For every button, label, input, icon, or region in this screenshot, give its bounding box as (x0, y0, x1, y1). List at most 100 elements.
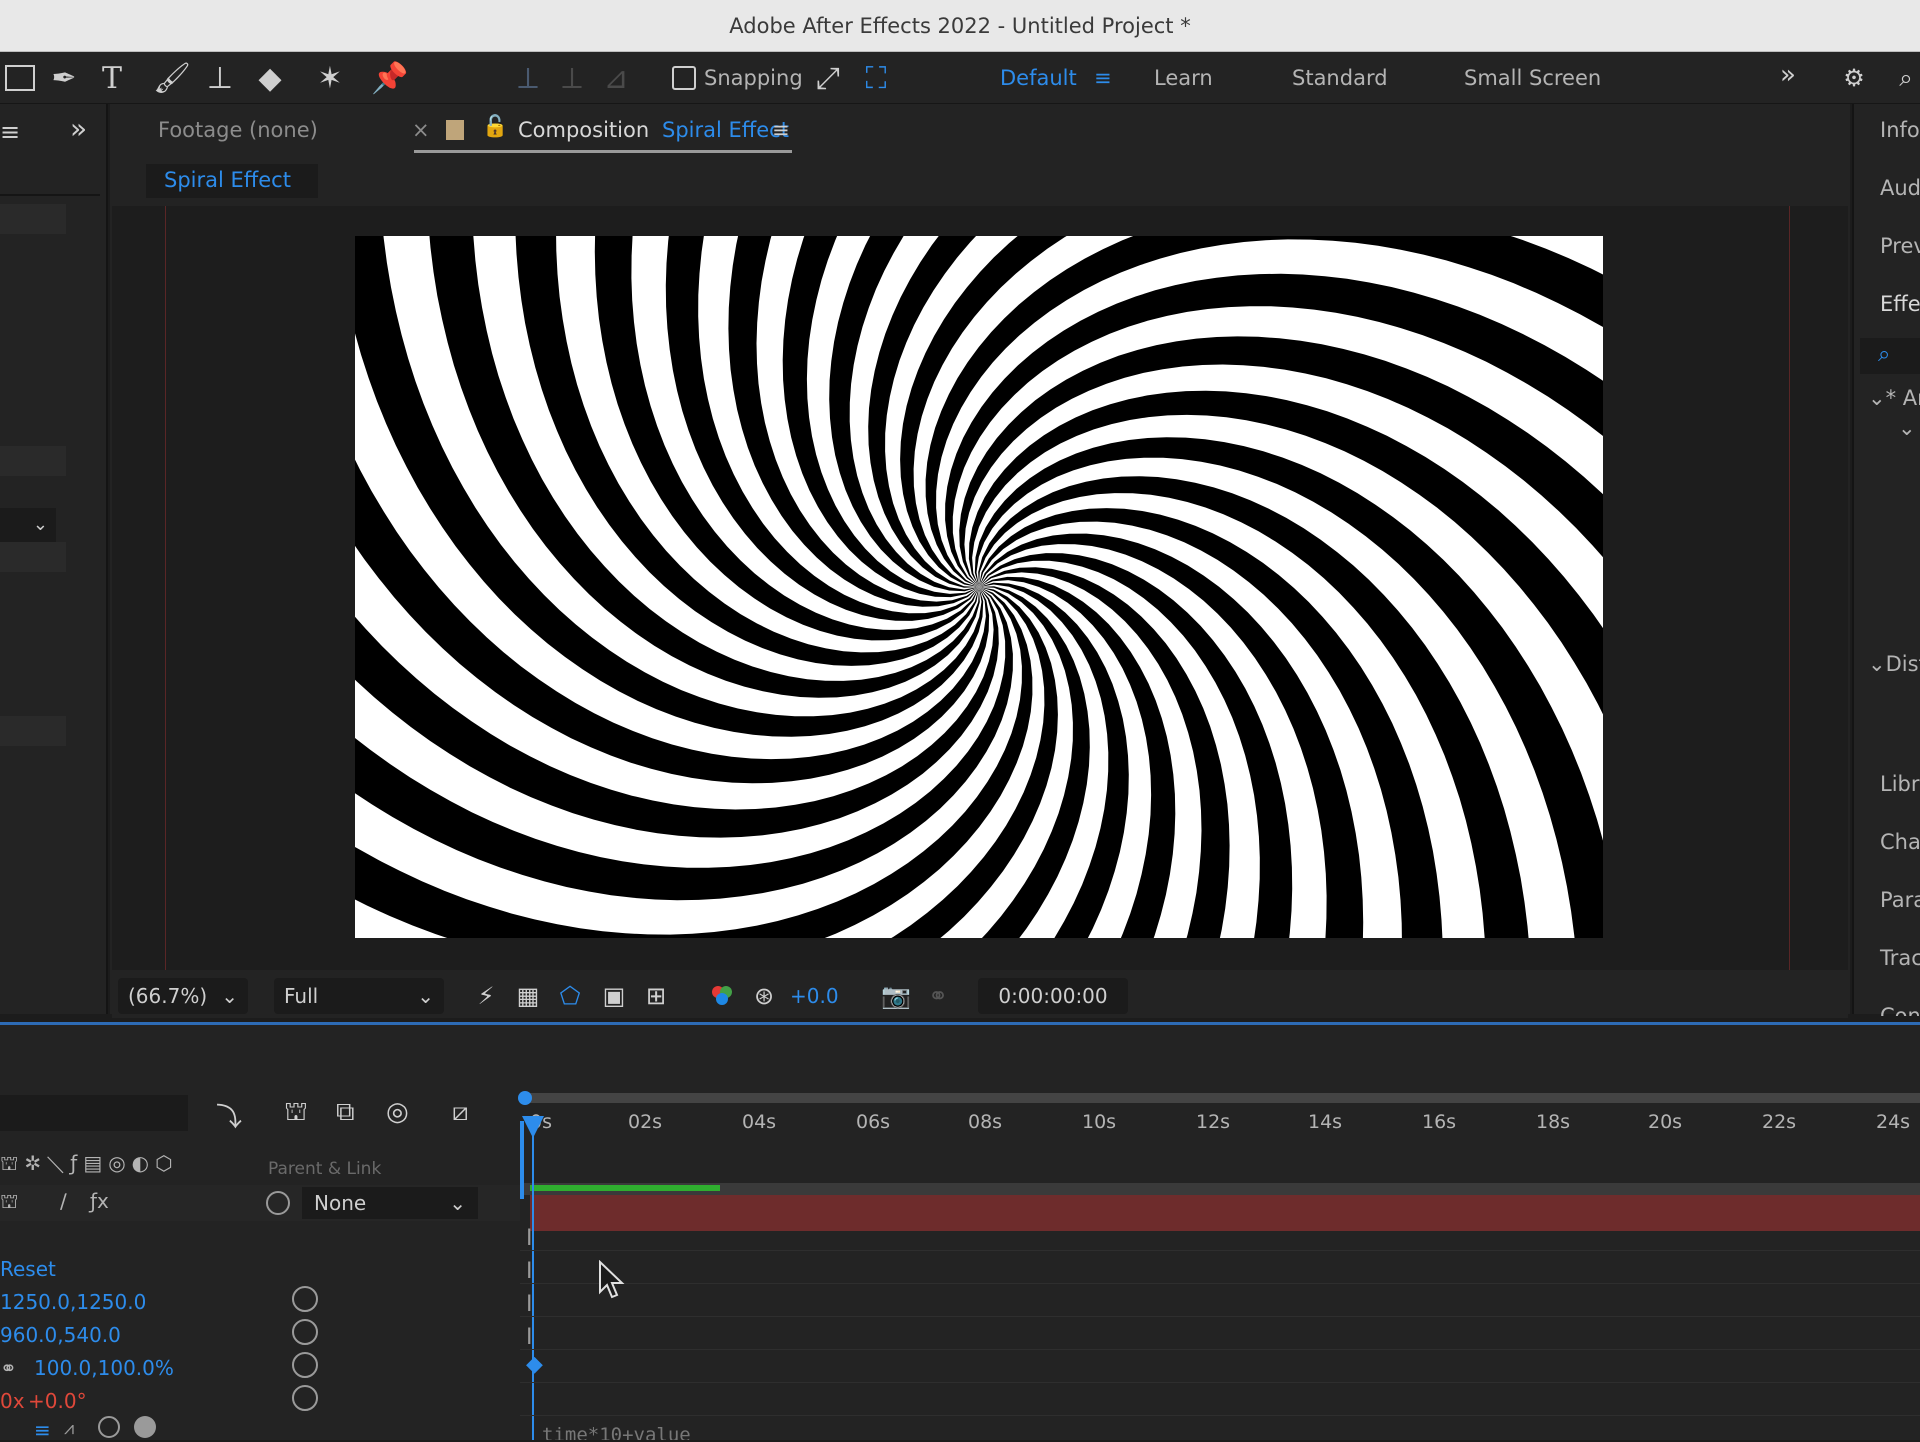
pick-whip-icon[interactable] (292, 1319, 318, 1345)
constrain-proportions-icon[interactable]: ⚭ (0, 1356, 17, 1380)
tab-composition-name[interactable]: Spiral Effect (662, 118, 789, 142)
clone-stamp-tool-icon[interactable]: ⊥ (200, 60, 240, 96)
timeline-search-field[interactable] (0, 1095, 188, 1131)
shy-switch-icon[interactable]: ⛫ (0, 1189, 18, 1216)
expression-toggle-icon[interactable]: ≡ (34, 1418, 51, 1442)
expression-language-menu-icon[interactable] (134, 1416, 156, 1438)
panel-info[interactable]: Info (1880, 118, 1920, 142)
panel-paragraph[interactable]: Para (1880, 888, 1920, 912)
puppet-pin-tool-icon[interactable]: 📌 (370, 60, 410, 96)
project-dropdown[interactable]: ⌄ (0, 508, 56, 544)
panel-preview[interactable]: Prev (1880, 234, 1920, 258)
exposure-value[interactable]: +0.0 (790, 984, 839, 1008)
snap-target-icon[interactable]: ⛶ (856, 60, 896, 96)
workspace-settings-icon[interactable]: ⚙ (1834, 60, 1874, 96)
expression-text[interactable]: time*10+value (542, 1424, 691, 1440)
search-help-icon[interactable]: ⌕ (1886, 60, 1920, 96)
project-row (0, 542, 66, 572)
eraser-tool-icon[interactable]: ◆ (250, 60, 290, 96)
keyframe-marker[interactable]: I (526, 1292, 533, 1317)
title-safe-guide (165, 206, 166, 970)
snap-options-icon[interactable]: ⤢ (808, 60, 848, 96)
rotation-degrees-value[interactable]: +0.0° (28, 1389, 87, 1413)
comp-breadcrumb-box[interactable]: Spiral Effect (146, 164, 318, 198)
position-value[interactable]: 960.0,540.0 (0, 1323, 121, 1347)
view-axis-icon[interactable]: ⊿ (596, 60, 636, 96)
workspace-standard[interactable]: Standard (1292, 66, 1388, 90)
pick-whip-icon[interactable] (292, 1286, 318, 1312)
switches-header-icons: ⛫✲⟍ƒ▤◎◐⬡ (0, 1151, 179, 1175)
workspace-small-screen[interactable]: Small Screen (1464, 66, 1601, 90)
pick-whip-icon[interactable] (266, 1191, 290, 1215)
panel-content-aware[interactable]: Cont (1880, 1004, 1920, 1016)
panel-audio[interactable]: Audi (1880, 176, 1920, 200)
panel-menu-icon[interactable]: ≡ (0, 118, 20, 146)
comp-breadcrumb[interactable]: Spiral Effect (164, 168, 291, 192)
layer-duration-bar[interactable] (530, 1195, 1920, 1231)
workspace-learn[interactable]: Learn (1154, 66, 1213, 90)
graph-editor-icon[interactable]: ⧄ (452, 1097, 469, 1128)
channels-icon[interactable] (706, 980, 738, 1012)
spiral-render[interactable] (355, 236, 1603, 938)
pen-tool-icon[interactable]: ✒ (44, 60, 84, 96)
pick-whip-icon[interactable] (292, 1385, 318, 1411)
rectangle-tool-icon[interactable] (0, 60, 40, 96)
expression-graph-icon[interactable]: ⩘ (64, 1418, 74, 1439)
keyframe-marker[interactable]: I (526, 1259, 533, 1284)
grid-guides-icon[interactable]: ⊞ (640, 980, 672, 1012)
ruler-tick-label: 16s (1422, 1111, 1457, 1133)
panel-libraries[interactable]: Libra (1880, 772, 1920, 796)
frame-blending-icon[interactable]: ⧉ (336, 1097, 355, 1128)
current-time-display[interactable]: 0:00:00:00 (978, 978, 1128, 1014)
quality-switch-icon[interactable]: ∕ (60, 1189, 67, 1213)
rotation-turns-value[interactable]: 0x (0, 1389, 25, 1413)
size-value[interactable]: 1250.0,1250.0 (0, 1290, 146, 1314)
panel-tracker[interactable]: Trac (1880, 946, 1920, 970)
pick-whip-icon[interactable] (292, 1352, 318, 1378)
effects-search-icon[interactable]: ⌕ (1860, 338, 1920, 374)
fast-previews-icon[interactable]: ⚡ (470, 980, 502, 1012)
motion-blur-icon[interactable]: ◎ (386, 1097, 409, 1127)
type-tool-icon[interactable]: T (92, 60, 132, 96)
snapping-checkbox[interactable] (672, 66, 696, 90)
show-snapshot-icon[interactable]: ⚭ (922, 980, 954, 1012)
panel-character[interactable]: Char (1880, 830, 1920, 854)
close-tab-icon[interactable]: × (412, 118, 430, 142)
region-of-interest-icon[interactable]: ▣ (598, 980, 630, 1012)
shy-layers-icon[interactable]: ⛫ (284, 1097, 308, 1131)
chevron-down-icon[interactable]: ⌄ (1898, 416, 1916, 440)
brush-tool-icon[interactable]: 🖌 (152, 60, 192, 96)
current-time-indicator-left (520, 1121, 524, 1199)
effects-category-animation[interactable]: ⌄* Ar (1868, 386, 1920, 410)
expression-pick-whip-icon[interactable] (98, 1416, 120, 1438)
keyframe-marker[interactable]: I (526, 1325, 533, 1350)
lock-icon[interactable]: 🔓 (482, 114, 508, 139)
panel-effects[interactable]: Effe (1880, 292, 1920, 316)
color-management-icon[interactable]: ⊛ (748, 980, 780, 1012)
workspace-menu-icon[interactable]: ≡ (1094, 66, 1112, 90)
keyframe-marker[interactable]: I (526, 1226, 533, 1251)
mask-visibility-icon[interactable]: ⬠ (554, 980, 586, 1012)
keyframe-marker-diamond[interactable]: ◆ (526, 1352, 543, 1377)
zoom-dropdown[interactable]: (66.7%) ⌄ (118, 978, 248, 1014)
world-axis-icon[interactable]: ⟂ (552, 60, 592, 96)
more-workspaces-icon[interactable]: » (1780, 60, 1796, 90)
roto-brush-tool-icon[interactable]: ✶ (310, 60, 350, 96)
workspace-default[interactable]: Default (1000, 66, 1077, 90)
transparency-grid-icon[interactable]: ▦ (512, 980, 544, 1012)
effects-category-distort[interactable]: ⌄Dist (1868, 652, 1920, 676)
resolution-dropdown[interactable]: Full ⌄ (274, 978, 444, 1014)
snapshot-camera-icon[interactable]: 📷 (880, 980, 912, 1012)
effect-switch-icon[interactable]: ƒx (90, 1189, 109, 1213)
parent-dropdown[interactable]: None ⌄ (302, 1187, 478, 1219)
work-area-start-handle[interactable] (518, 1091, 532, 1105)
scale-value[interactable]: 100.0,100.0% (34, 1356, 174, 1380)
axis-tool-icon[interactable]: ⟂ (508, 60, 548, 96)
work-area-bar[interactable] (520, 1093, 1920, 1103)
composition-flowchart-icon[interactable]: ⤵ (216, 1097, 242, 1134)
tab-footage[interactable]: Footage (none) (158, 118, 318, 142)
expand-panels-icon[interactable]: » (70, 112, 87, 145)
comp-panel-menu-icon[interactable]: ≡ (772, 118, 790, 142)
reset-link[interactable]: Reset (0, 1257, 56, 1281)
tab-composition-prefix[interactable]: Composition (518, 118, 649, 142)
